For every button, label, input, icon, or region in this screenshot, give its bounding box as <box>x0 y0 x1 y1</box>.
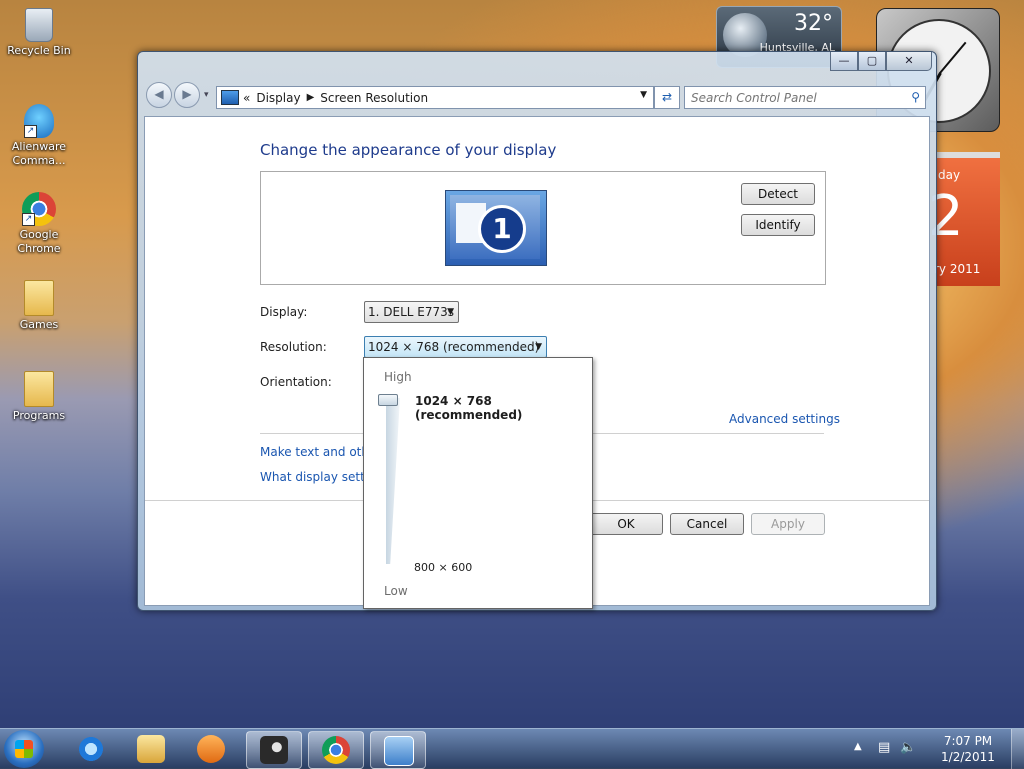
monitor-screen: 1 <box>450 195 540 259</box>
chrome-icon <box>322 736 350 764</box>
taskbar-steam[interactable] <box>246 731 302 769</box>
weather-temperature: 32° <box>794 11 833 36</box>
start-button[interactable] <box>4 730 44 768</box>
recent-pages-dropdown-icon[interactable]: ▾ <box>204 90 209 100</box>
taskbar-google-chrome[interactable] <box>308 731 364 769</box>
desktop-icon-google-chrome[interactable]: ↗ Google Chrome <box>1 192 77 256</box>
desktop-icon-label: Recycle Bin <box>7 44 71 57</box>
slider-high-label: High <box>384 370 412 384</box>
resolution-slider-popup: High 1024 × 768 (recommended) 800 × 600 … <box>363 357 593 609</box>
breadcrumb-separator-icon[interactable]: ▶ <box>307 92 315 103</box>
refresh-button[interactable]: ⇄ <box>654 86 680 109</box>
breadcrumb-display[interactable]: Display <box>256 91 300 105</box>
desktop-icon-label: Programs <box>12 409 66 422</box>
taskbar: ▲ ▤ 🔈 7:07 PM 1/2/2011 <box>0 728 1024 769</box>
resolution-select[interactable]: 1024 × 768 (recommended) ▼ <box>364 336 547 358</box>
orientation-label: Orientation: <box>260 375 332 389</box>
show-desktop-button[interactable] <box>1011 729 1024 769</box>
system-tray: ▲ ▤ 🔈 7:07 PM 1/2/2011 <box>854 729 1024 769</box>
advanced-settings-link[interactable]: Advanced settings <box>729 412 840 426</box>
media-player-icon <box>197 735 225 763</box>
folder-icon <box>137 735 165 763</box>
slider-top-value[interactable]: 1024 × 768 (recommended) <box>415 394 592 422</box>
desktop-icon-label: Google Chrome <box>17 228 61 255</box>
address-bar[interactable]: « Display ▶ Screen Resolution ▼ <box>216 86 654 109</box>
chevron-down-icon: ▼ <box>535 342 542 352</box>
breadcrumb-overflow[interactable]: « <box>243 91 250 105</box>
slider-bottom-value[interactable]: 800 × 600 <box>414 561 472 574</box>
network-icon[interactable]: ▤ <box>878 740 890 755</box>
desktop-icon-label: Alienware Comma... <box>11 140 67 167</box>
maximize-button[interactable]: ▢ <box>858 52 886 71</box>
desktop-icon-alienware[interactable]: ↗ Alienware Comma... <box>1 104 77 168</box>
taskbar-media-player[interactable] <box>184 731 238 767</box>
window-controls: — ▢ ✕ <box>830 52 932 72</box>
cancel-button[interactable]: Cancel <box>670 513 744 535</box>
back-button[interactable]: ◀ <box>146 82 172 108</box>
breadcrumb-screen-resolution[interactable]: Screen Resolution <box>320 91 428 105</box>
monitor-preview-box: 1 Detect Identify <box>260 171 826 285</box>
minimize-button[interactable]: — <box>830 52 858 71</box>
clock-time[interactable]: 7:07 PM <box>938 734 998 748</box>
monitor-number: 1 <box>478 205 526 253</box>
desktop-icon-recycle-bin[interactable]: Recycle Bin <box>1 8 77 58</box>
apply-button[interactable]: Apply <box>751 513 825 535</box>
display-label: Display: <box>260 305 308 319</box>
shortcut-arrow-icon: ↗ <box>24 125 37 138</box>
internet-explorer-icon <box>77 735 105 763</box>
resolution-label: Resolution: <box>260 340 327 354</box>
display-select[interactable]: 1. DELL E773s ▼ <box>364 301 459 323</box>
search-icon[interactable]: ⚲ <box>911 90 920 104</box>
identify-button[interactable]: Identify <box>741 214 815 236</box>
show-hidden-icons-button[interactable]: ▲ <box>854 741 862 752</box>
display-select-value: 1. DELL E773s <box>368 305 455 319</box>
steam-icon <box>260 736 288 764</box>
navigation-buttons: ◀ ▶ ▾ <box>146 82 209 108</box>
folder-icon <box>24 280 54 316</box>
close-button[interactable]: ✕ <box>886 52 932 71</box>
volume-icon[interactable]: 🔈 <box>900 740 916 755</box>
detect-button[interactable]: Detect <box>741 183 815 205</box>
resolution-slider-thumb[interactable] <box>378 394 398 406</box>
search-input[interactable] <box>685 87 907 108</box>
recycle-bin-icon <box>25 8 53 42</box>
shortcut-arrow-icon: ↗ <box>22 213 35 226</box>
control-panel-icon <box>221 90 239 105</box>
desktop-icon-games[interactable]: Games <box>1 280 77 332</box>
resolution-slider-track[interactable] <box>386 398 400 564</box>
calendar-day-name: day <box>938 168 961 182</box>
taskbar-internet-explorer[interactable] <box>64 731 118 767</box>
desktop-icon-programs[interactable]: Programs <box>1 371 77 423</box>
forward-button[interactable]: ▶ <box>174 82 200 108</box>
windows-logo-icon <box>15 740 33 758</box>
monitor-1[interactable]: 1 <box>445 190 547 266</box>
ok-button[interactable]: OK <box>589 513 663 535</box>
calendar-month: ry 2011 <box>934 262 981 276</box>
taskbar-control-panel[interactable] <box>370 731 426 769</box>
chevron-down-icon: ▼ <box>447 307 454 317</box>
alienware-icon: ↗ <box>24 104 54 138</box>
clock-minute-hand <box>939 41 967 74</box>
slider-low-label: Low <box>384 584 408 598</box>
taskbar-windows-explorer[interactable] <box>124 731 178 767</box>
address-dropdown-icon[interactable]: ▼ <box>640 90 647 100</box>
clock-date[interactable]: 1/2/2011 <box>938 750 998 764</box>
folder-icon <box>24 371 54 407</box>
display-settings-icon <box>384 736 414 766</box>
search-box[interactable]: ⚲ <box>684 86 926 109</box>
desktop-icon-label: Games <box>19 318 59 331</box>
page-title: Change the appearance of your display <box>260 141 557 159</box>
chrome-icon: ↗ <box>22 192 56 226</box>
resolution-select-value: 1024 × 768 (recommended) <box>368 340 540 354</box>
calendar-gadget[interactable]: day 2 ry 2011 <box>928 152 1000 286</box>
